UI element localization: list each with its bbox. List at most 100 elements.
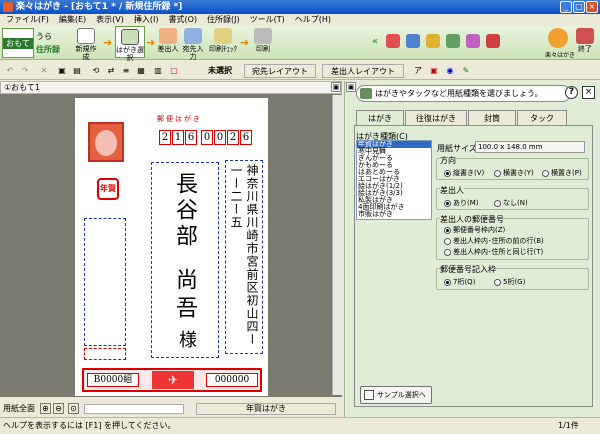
atesaki-button[interactable]: 宛先入力 [180,26,206,61]
panel-close-icon[interactable]: × [582,86,595,99]
radio-zip-same-line[interactable]: 差出人枠内･住所と同じ行(T) [444,247,543,257]
maximize-button[interactable]: □ [573,1,585,13]
image-icon[interactable]: ▣ [428,64,440,78]
radio-icon [444,278,451,286]
menu-edit[interactable]: 編集(E) [59,15,86,24]
size-label: 用紙サイズ: [437,144,480,153]
tab-tack[interactable]: タック [517,110,567,126]
radio-vertical[interactable]: 縦書き(V) [444,168,484,178]
flip-icon[interactable]: ⇄ [105,64,117,78]
radio-icon [444,237,451,245]
rotate-icon[interactable]: ⟲ [90,64,102,78]
sender-zip-frame[interactable] [84,348,126,360]
sample-icon[interactable] [548,28,568,48]
hagaki-select-button[interactable]: はがき選択 [115,26,145,62]
menu-bar: ファイル(F) 編集(E) 表示(V) 挿入(I) 書式(O) 住所録(J) ツール(T) ヘ… [0,14,600,26]
hint-balloon: はがきやタックなど用紙種類を選びましょう。 [356,85,571,102]
doc-close-icon[interactable]: ▣ [331,82,341,92]
radio-landscape[interactable]: 横置き(P) [542,168,582,178]
radio-label: 縦書き(V) [453,169,485,177]
delete-icon[interactable]: ✕ [38,64,50,78]
sample-select-button[interactable]: サンプル選択へ [360,386,432,404]
minimize-button[interactable]: _ [560,1,572,13]
omote-button[interactable]: おもて [2,28,34,58]
copy-icon[interactable]: ▣ [56,64,68,78]
address-icon [184,28,202,44]
zoom-bar: 用紙全面 ⊕ ⊖ ⊙ 年賀はがき [0,402,342,416]
menu-tools[interactable]: ツール(T) [250,15,285,24]
print-check-button[interactable]: 印刷ﾁｪｯｸ [207,26,239,58]
status-help-text: ヘルプを表示するには [F1] を押してください。 [3,421,176,430]
close-button[interactable]: × [586,1,598,13]
status-bar: ヘルプを表示するには [F1] を押してください。 1/1件 [0,417,600,433]
radio-5-digit[interactable]: 5桁(G) [494,277,525,287]
menu-file[interactable]: ファイル(F) [6,15,49,24]
edit-icon[interactable]: ✎ [460,64,472,78]
zip-digit: 6 [240,130,252,145]
grid-icon[interactable]: ▥ [152,64,164,78]
radio-zip-in-frame[interactable]: 郵便番号枠内(Z) [444,225,505,235]
radio-icon [494,169,501,177]
chart-icon[interactable] [466,34,480,48]
new-create-button[interactable]: 新規作成 [73,26,99,61]
zoom-fit-icon[interactable]: ⊙ [68,403,79,414]
tab-envelope[interactable]: 封筒 [468,110,516,126]
paste-icon[interactable]: ▤ [71,64,83,78]
sample-icon [364,390,374,400]
radio-sender-no[interactable]: なし(N) [494,198,528,208]
sashidashi-layout-button[interactable]: 差出人レイアウト [322,64,404,78]
help-icon[interactable]: ? [565,86,578,99]
radio-sender-yes[interactable]: あり(M) [444,198,479,208]
print-button[interactable]: 印刷 [252,26,274,58]
unselected-label: 未選択 [208,66,232,75]
menu-view[interactable]: 表示(V) [96,15,124,24]
sender-label: 差出人 [440,185,464,196]
radio-7-digit[interactable]: 7桁(Q) [444,277,475,287]
radio-label: 5桁(G) [503,278,526,286]
undo-icon[interactable]: ↶ [3,64,17,78]
frame-icon[interactable]: ▢ [168,64,180,78]
paper-name-field: 年賀はがき [196,403,336,415]
text-icon[interactable]: ア [412,64,424,78]
tab-ofuku-hagaki[interactable]: 往復はがき [405,110,467,126]
lottery-logo-icon: ✈ [152,371,194,389]
stamp-icon[interactable] [386,34,400,48]
stamp-icon[interactable]: ◉ [444,64,456,78]
radio-horizontal[interactable]: 横書き(Y) [494,168,534,178]
box-icon[interactable] [426,34,440,48]
exit-button[interactable]: 終了 [574,26,596,58]
horizontal-scrollbar[interactable] [84,404,184,414]
menu-format[interactable]: 書式(O) [168,15,197,24]
sashidashi-button[interactable]: 差出人 [156,26,180,58]
list-item[interactable]: 市販はがき [357,211,431,218]
zoom-out-icon[interactable]: ⊖ [53,403,64,414]
menu-address-book[interactable]: 住所録(J) [207,15,240,24]
collapse-arrows-icon[interactable]: « [372,36,378,47]
address-book-button[interactable]: 住所録 [36,44,60,55]
atesaki-label: 宛先入力 [182,45,204,61]
document-tab[interactable]: ①おもて1 [4,83,40,92]
tool-icons [386,34,526,52]
sample-label: 楽々はがき [545,52,576,59]
exit-icon [576,28,594,44]
zoom-in-icon[interactable]: ⊕ [40,403,51,414]
sashidashi-label: 差出人 [157,45,179,53]
vertical-scrollbar[interactable] [332,95,342,395]
menu-help[interactable]: ヘルプ(H) [295,15,331,24]
ura-button[interactable]: うら [36,31,52,42]
list-icon[interactable] [446,34,460,48]
sender-frame[interactable] [84,218,126,346]
menu-insert[interactable]: 挿入(I) [134,15,159,24]
hagaki-type-list[interactable]: 年賀はがき 寒中見舞 ぎんがーる かもめーる はあとめーる エコーはがき 絵はが… [356,140,432,220]
radio-zip-before-address[interactable]: 差出人枠内･住所の前の行(B) [444,236,544,246]
align-icon[interactable]: ≡ [120,64,132,78]
redo-icon[interactable]: ↷ [18,64,32,78]
size-field: 100.0 x 148.0 mm [475,141,585,153]
zoom-full-page-button[interactable]: 用紙全面 [3,402,35,416]
card-icon[interactable] [486,34,500,48]
layer-icon[interactable]: ▦ [135,64,147,78]
people-icon[interactable] [406,34,420,48]
atesaki-layout-button[interactable]: 宛先レイアウト [244,64,316,78]
zip-box-label: 郵便番号記入枠 [440,264,496,275]
panel-pin-icon[interactable]: ▣ [346,82,356,92]
